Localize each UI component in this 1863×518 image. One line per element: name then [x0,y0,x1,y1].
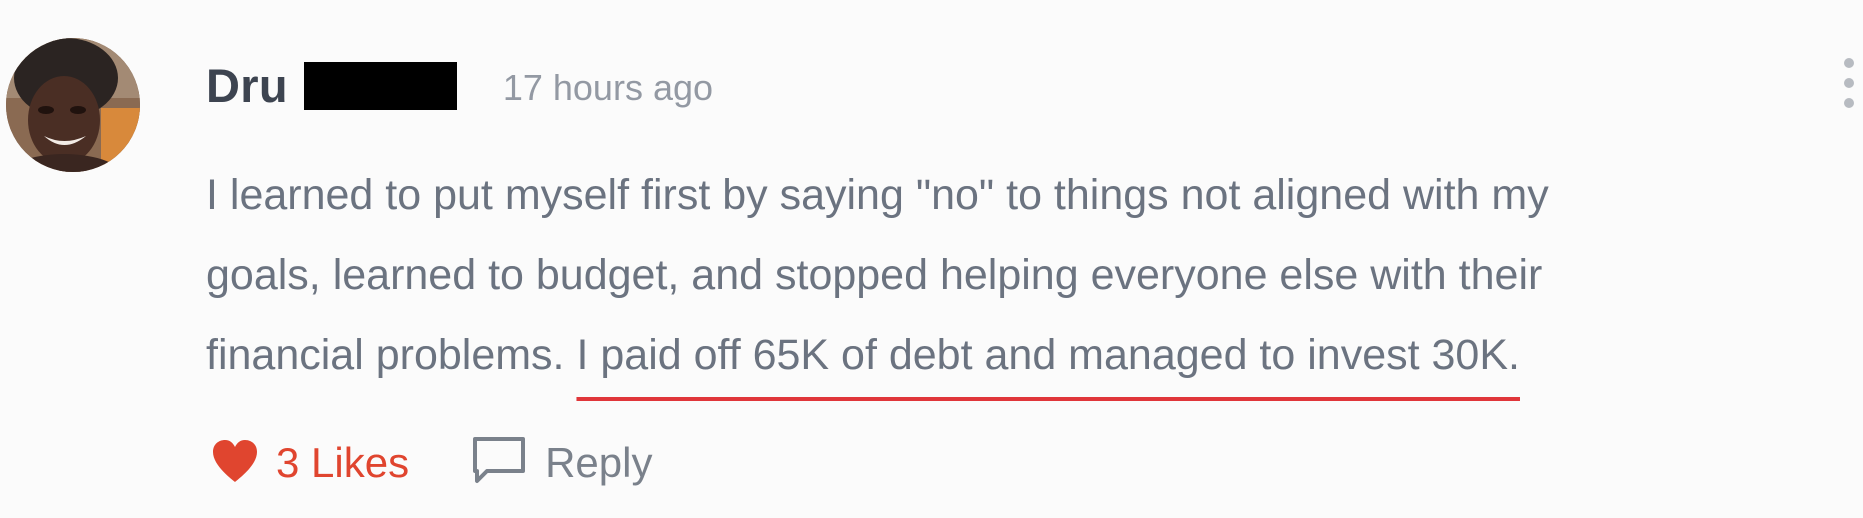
menu-dot [1844,78,1854,88]
timestamp[interactable]: 17 hours ago [503,67,713,109]
menu-dot [1844,58,1854,68]
comment-line-2: goals, learned to budget, and stopped he… [206,251,1543,299]
heart-icon [210,438,260,489]
like-button[interactable]: 3 Likes [210,438,409,489]
comment-header: Dru 17 hours ago [206,52,713,118]
reply-label: Reply [545,439,653,486]
highlighted-sentence: I paid off 65K of debt and managed to in… [576,331,1520,379]
comment-actions: 3 Likes Reply [210,428,652,498]
comment-line-3-plain: financial problems. [206,331,577,379]
menu-dot [1844,98,1854,108]
comment-card: Dru 17 hours ago I learned to put myself… [0,0,1863,518]
comment-body: I learned to put myself first by saying … [206,155,1826,395]
reply-button[interactable]: Reply [471,435,652,492]
author-name[interactable]: Dru [206,58,288,113]
more-vertical-icon[interactable] [1836,58,1862,108]
speech-bubble-icon [471,435,527,492]
comment-line-3: financial problems. I paid off 65K of de… [206,315,1826,395]
avatar[interactable] [6,38,140,172]
comment-line-1: I learned to put myself first by saying … [206,171,1549,219]
likes-count-label: 3 Likes [276,439,410,486]
redacted-surname [303,62,457,110]
